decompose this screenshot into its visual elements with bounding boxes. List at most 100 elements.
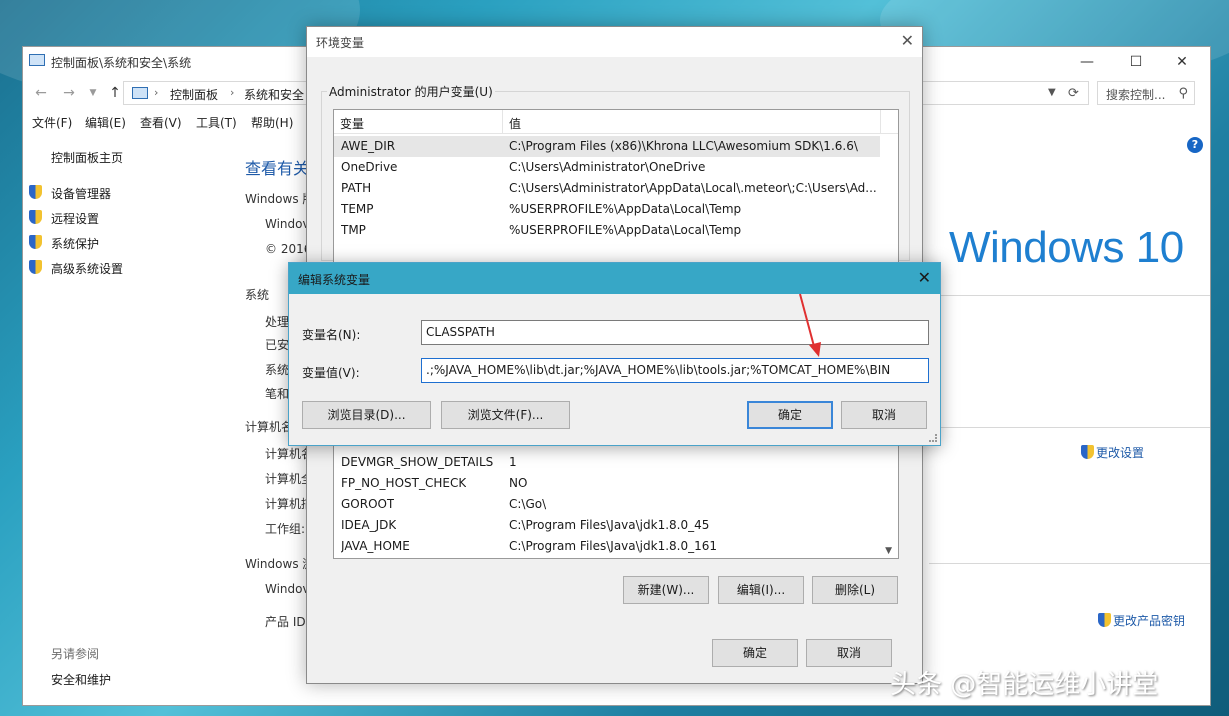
var-name: TEMP bbox=[341, 202, 374, 216]
var-value: %USERPROFILE%\AppData\Local\Temp bbox=[509, 223, 742, 237]
change-settings-link[interactable]: 更改设置 bbox=[1096, 444, 1144, 461]
security-maintenance-link[interactable]: 安全和维护 bbox=[51, 671, 111, 688]
list-row[interactable]: DEVMGR_SHOW_DETAILS 1 bbox=[334, 452, 880, 473]
var-value: 1 bbox=[509, 455, 517, 469]
cancel-button[interactable]: 取消 bbox=[841, 401, 927, 429]
edit-button[interactable]: 编辑(I)... bbox=[718, 576, 804, 604]
menu-view[interactable]: 查看(V) bbox=[140, 114, 182, 131]
system-section-label: 系统 bbox=[245, 288, 270, 302]
variable-name-input[interactable]: CLASSPATH bbox=[421, 320, 929, 345]
variable-name-label: 变量名(N): bbox=[302, 328, 361, 342]
back-arrow-icon[interactable]: ← bbox=[31, 83, 51, 103]
edition-line: Windov bbox=[265, 217, 310, 231]
delete-button[interactable]: 删除(L) bbox=[812, 576, 898, 604]
col-value[interactable]: 值 bbox=[509, 115, 521, 132]
var-name: FP_NO_HOST_CHECK bbox=[341, 476, 467, 490]
menu-help[interactable]: 帮助(H) bbox=[251, 114, 293, 131]
var-name: AWE_DIR bbox=[341, 139, 396, 153]
cp-title: 控制面板\系统和安全\系统 bbox=[51, 56, 192, 70]
page-heading: 查看有关 bbox=[245, 159, 310, 178]
change-product-key-link[interactable]: 更改产品密钥 bbox=[1113, 612, 1185, 629]
control-panel-home-link[interactable]: 控制面板主页 bbox=[51, 149, 123, 166]
menu-tools[interactable]: 工具(T) bbox=[196, 114, 237, 131]
see-also-label: 另请参阅 bbox=[51, 647, 100, 661]
list-row[interactable]: TEMP %USERPROFILE%\AppData\Local\Temp bbox=[334, 199, 880, 220]
new-button[interactable]: 新建(W)... bbox=[623, 576, 709, 604]
system-line: 已安 bbox=[265, 338, 290, 352]
list-row[interactable]: IDEA_JDK C:\Program Files\Java\jdk1.8.0_… bbox=[334, 515, 880, 536]
user-vars-label: Administrator 的用户变量(U) bbox=[327, 83, 495, 100]
var-name: PATH bbox=[341, 181, 372, 195]
forward-arrow-icon[interactable]: → bbox=[59, 83, 79, 103]
close-icon[interactable]: ✕ bbox=[1159, 49, 1205, 75]
minimize-icon[interactable]: — bbox=[1064, 49, 1110, 75]
section-divider bbox=[929, 427, 1210, 428]
system-protection-link[interactable]: 系统保护 bbox=[51, 235, 99, 252]
breadcrumb-separator: › bbox=[154, 86, 159, 99]
var-name: JAVA_HOME bbox=[341, 539, 410, 553]
cancel-button[interactable]: 取消 bbox=[806, 639, 892, 667]
shield-icon bbox=[1081, 445, 1094, 459]
var-value: C:\Users\Administrator\OneDrive bbox=[509, 160, 706, 174]
resize-grip[interactable] bbox=[929, 434, 937, 442]
list-row[interactable]: GOROOT C:\Go\ bbox=[334, 494, 880, 515]
var-value: C:\Program Files\Java\jdk1.8.0_161 bbox=[509, 539, 718, 553]
col-variable[interactable]: 变量 bbox=[340, 115, 364, 132]
activation-section-label: Windows 激 bbox=[245, 557, 315, 571]
up-arrow-icon[interactable]: ↑ bbox=[105, 83, 125, 103]
breadcrumb-system-security[interactable]: 系统和安全 bbox=[244, 86, 304, 103]
system-vars-list[interactable]: DEVMGR_SHOW_DETAILS 1 FP_NO_HOST_CHECK N… bbox=[333, 437, 899, 559]
list-row[interactable]: OneDrive C:\Users\Administrator\OneDrive bbox=[334, 157, 880, 178]
ok-button[interactable]: 确定 bbox=[712, 639, 798, 667]
maximize-icon[interactable]: ☐ bbox=[1113, 49, 1159, 75]
windows-edition-label: Windows 版 bbox=[245, 192, 315, 206]
close-icon[interactable]: ✕ bbox=[901, 31, 914, 50]
computer-icon bbox=[132, 87, 148, 99]
edit-title: 编辑系统变量 bbox=[298, 273, 371, 287]
search-icon: ⚲ bbox=[1178, 86, 1188, 101]
var-name: IDEA_JDK bbox=[341, 518, 397, 532]
recent-dropdown-icon[interactable]: ▼ bbox=[83, 83, 103, 103]
column-divider[interactable] bbox=[502, 110, 503, 134]
shield-icon bbox=[29, 210, 42, 224]
system-line: 系统 bbox=[265, 363, 290, 377]
edition-line: © 2016 bbox=[265, 242, 312, 256]
browse-file-button[interactable]: 浏览文件(F)... bbox=[441, 401, 570, 429]
list-row[interactable]: FP_NO_HOST_CHECK NO bbox=[334, 473, 880, 494]
scroll-down-icon[interactable]: ▼ bbox=[885, 546, 892, 556]
system-line: 处理 bbox=[265, 315, 290, 329]
help-icon[interactable]: ? bbox=[1187, 137, 1203, 153]
ok-button[interactable]: 确定 bbox=[747, 401, 833, 429]
breadcrumb-control-panel[interactable]: 控制面板 bbox=[170, 86, 218, 103]
remote-settings-link[interactable]: 远程设置 bbox=[51, 210, 99, 227]
list-row[interactable]: TMP %USERPROFILE%\AppData\Local\Temp bbox=[334, 220, 880, 241]
chevron-down-icon[interactable]: ▼ bbox=[1048, 87, 1056, 98]
variable-value-input[interactable]: .;%JAVA_HOME%\lib\dt.jar;%JAVA_HOME%\lib… bbox=[421, 358, 929, 383]
browse-directory-button[interactable]: 浏览目录(D)... bbox=[302, 401, 431, 429]
user-vars-list[interactable]: 变量 值 AWE_DIR C:\Program Files (x86)\Khro… bbox=[333, 109, 899, 269]
close-icon[interactable]: ✕ bbox=[918, 268, 931, 287]
device-manager-link[interactable]: 设备管理器 bbox=[51, 185, 111, 202]
var-name: TMP bbox=[341, 223, 366, 237]
shield-icon bbox=[1098, 613, 1111, 627]
system-line: 笔和 bbox=[265, 387, 290, 401]
list-row[interactable]: AWE_DIR C:\Program Files (x86)\Khrona LL… bbox=[334, 136, 880, 157]
advanced-settings-link[interactable]: 高级系统设置 bbox=[51, 260, 123, 277]
computer-line: 工作组: bbox=[265, 522, 306, 536]
env-titlebar: 环境变量 ✕ bbox=[307, 27, 922, 57]
section-divider bbox=[929, 295, 1210, 296]
var-name: GOROOT bbox=[341, 497, 395, 511]
menu-edit[interactable]: 编辑(E) bbox=[85, 114, 126, 131]
list-row[interactable]: PATH C:\Users\Administrator\AppData\Loca… bbox=[334, 178, 880, 199]
left-pane: 控制面板主页 设备管理器 远程设置 系统保护 高级系统设置 另请参阅 安全和维护 bbox=[23, 135, 233, 705]
menu-file[interactable]: 文件(F) bbox=[32, 114, 72, 131]
list-header: 变量 值 bbox=[334, 110, 898, 134]
shield-icon bbox=[29, 260, 42, 274]
column-divider[interactable] bbox=[880, 110, 881, 134]
search-input[interactable]: 搜索控制... ⚲ bbox=[1097, 81, 1195, 105]
list-row[interactable]: JAVA_HOME C:\Program Files\Java\jdk1.8.0… bbox=[334, 536, 880, 557]
refresh-icon[interactable]: ⟳ bbox=[1068, 86, 1079, 101]
breadcrumb-separator: › bbox=[230, 86, 235, 99]
var-value: C:\Go\ bbox=[509, 497, 547, 511]
activation-line: Windov bbox=[265, 582, 310, 596]
